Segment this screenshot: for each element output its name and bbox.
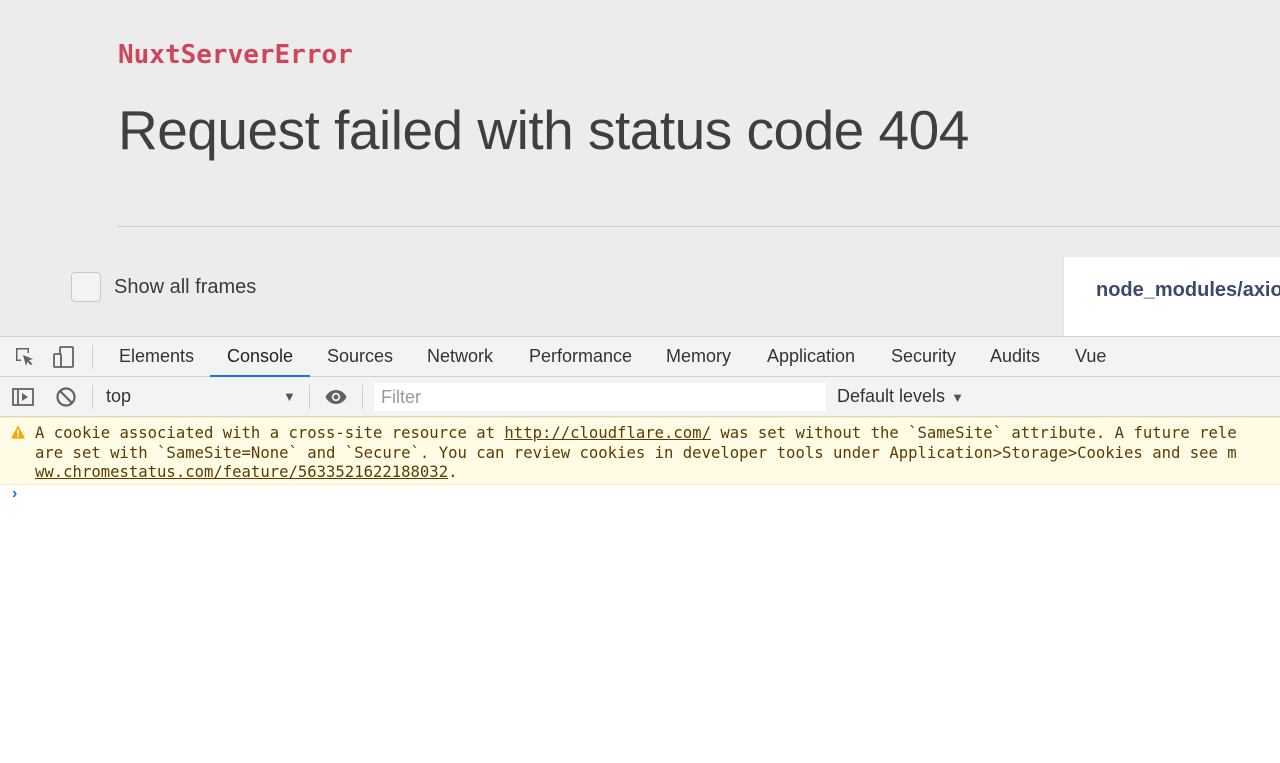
toolbar-separator — [92, 345, 93, 369]
context-selector[interactable]: top — [106, 377, 131, 416]
divider — [118, 226, 1280, 227]
log-levels-label: Default levels — [837, 386, 946, 406]
inspect-element-icon[interactable] — [13, 345, 37, 369]
log-levels-dropdown[interactable]: Default levels ▼ — [837, 377, 964, 416]
console-prompt[interactable]: › — [12, 485, 17, 503]
tab-console[interactable]: Console — [209, 337, 311, 377]
show-all-frames-toggle[interactable]: Show all frames — [71, 272, 256, 302]
show-all-frames-checkbox[interactable] — [71, 272, 101, 302]
tab-memory[interactable]: Memory — [666, 337, 731, 376]
chevron-down-icon[interactable]: ▼ — [283, 377, 296, 416]
tab-application[interactable]: Application — [767, 337, 855, 376]
cloudflare-link[interactable]: http://cloudflare.com/ — [504, 424, 711, 442]
tab-security[interactable]: Security — [891, 337, 956, 376]
tab-audits[interactable]: Audits — [990, 337, 1040, 376]
devtools-tabbar: Elements Console Sources Network Perform… — [0, 337, 1280, 377]
warning-line1-suffix: was set without the `SameSite` attribute… — [710, 424, 1237, 442]
warning-line2: are set with `SameSite=None` and `Secure… — [35, 443, 1237, 462]
chevron-down-icon: ▼ — [951, 390, 964, 405]
error-message: Request failed with status code 404 — [118, 99, 969, 161]
tab-network[interactable]: Network — [427, 337, 493, 376]
eye-icon[interactable] — [324, 385, 348, 409]
tab-sources[interactable]: Sources — [327, 337, 393, 376]
console-toolbar: top ▼ Default levels ▼ — [0, 377, 1280, 417]
tab-elements[interactable]: Elements — [119, 337, 194, 376]
tab-vue[interactable]: Vue — [1075, 337, 1106, 376]
error-page: NuxtServerError Request failed with stat… — [0, 0, 1280, 336]
show-all-frames-label[interactable]: Show all frames — [114, 276, 256, 299]
stack-frame-panel: node_modules/axios — [1063, 257, 1280, 336]
stack-frame-file[interactable]: node_modules/axios — [1096, 279, 1280, 302]
clear-console-icon[interactable] — [54, 385, 78, 409]
sidebar-toggle-icon[interactable] — [11, 385, 35, 409]
toolbar-separator — [92, 385, 93, 409]
error-type: NuxtServerError — [118, 40, 353, 70]
warning-line1-prefix: A cookie associated with a cross-site re… — [35, 424, 505, 442]
chromestatus-link[interactable]: ww.chromestatus.com/feature/563352162218… — [35, 463, 448, 481]
device-toolbar-icon[interactable] — [52, 345, 76, 369]
console-warning-message: A cookie associated with a cross-site re… — [0, 417, 1280, 485]
warning-icon — [10, 424, 26, 445]
toolbar-separator — [362, 385, 363, 409]
tab-performance[interactable]: Performance — [529, 337, 632, 376]
filter-input[interactable] — [374, 383, 826, 411]
warning-text: A cookie associated with a cross-site re… — [35, 424, 1280, 483]
toolbar-separator — [309, 385, 310, 409]
devtools-panel: Elements Console Sources Network Perform… — [0, 336, 1280, 763]
warning-line3-suffix: . — [448, 463, 458, 481]
